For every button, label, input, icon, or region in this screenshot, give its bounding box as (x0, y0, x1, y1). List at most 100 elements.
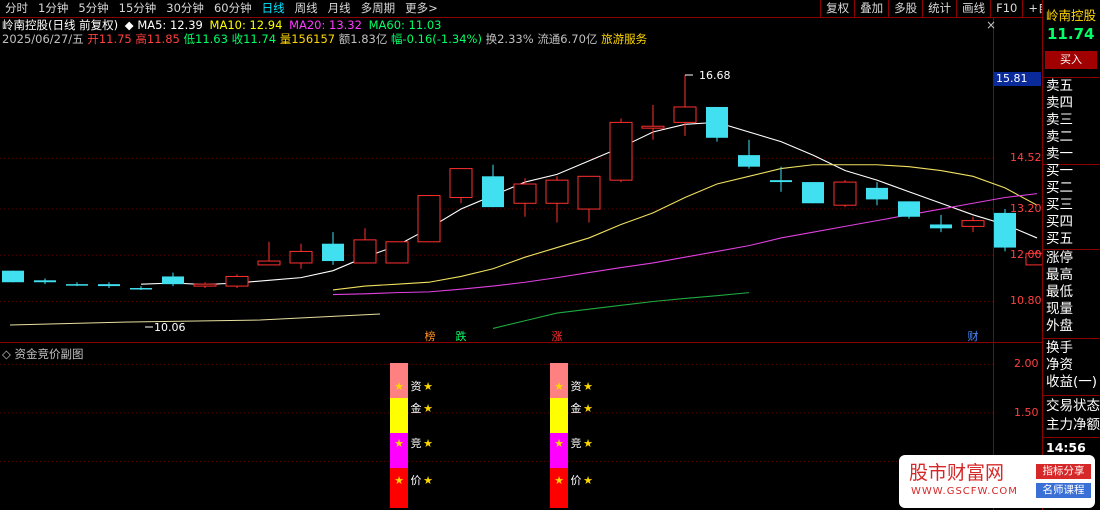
kline-chart[interactable]: ★ 资 ★金 ★★ 竞 ★★ 价 ★★ 资 ★金 ★★ 竞 ★★ 价 ★ 16.6810.06榜跌涨财 (0, 0, 1042, 510)
event-badge[interactable]: 涨 (552, 330, 563, 343)
high-label: 高11.85 (135, 32, 180, 46)
candle[interactable] (34, 278, 56, 285)
close-icon[interactable]: × (986, 18, 996, 33)
candle[interactable] (609, 118, 633, 183)
star-icon: ★ (583, 474, 593, 487)
candle[interactable] (322, 232, 344, 265)
quote-field-label: 最低 (1046, 284, 1073, 300)
candle[interactable] (833, 180, 857, 208)
quote-field-label: 最高 (1046, 267, 1073, 283)
candle[interactable] (2, 270, 24, 283)
high-marker: 16.68 (685, 69, 731, 82)
indicator-share-badge: 指标分享 (1036, 464, 1091, 479)
menu-button[interactable]: 多股 (888, 0, 922, 18)
period-tab[interactable]: 月线 (323, 0, 356, 17)
event-badge[interactable]: 榜 (425, 329, 436, 343)
collapse-icon[interactable]: ◇ (2, 347, 11, 361)
stock-price: 11.74 (1047, 25, 1095, 43)
candle[interactable] (257, 241, 281, 266)
candle[interactable] (162, 272, 184, 287)
star-icon: ★ (554, 380, 564, 393)
event-badge[interactable]: 财 (968, 329, 979, 343)
period-tab[interactable]: 30分钟 (161, 0, 209, 17)
menu-button[interactable]: 画线 (956, 0, 990, 18)
star-icon: ★ (423, 380, 433, 393)
candle[interactable] (130, 286, 152, 290)
buy-button[interactable]: 买入 (1045, 51, 1097, 69)
quote-field-label: 卖五 (1046, 78, 1073, 94)
candle[interactable] (930, 214, 952, 233)
signal-label: 金 (571, 401, 582, 415)
candle[interactable] (961, 216, 985, 233)
signal-block (550, 398, 568, 433)
period-tab[interactable]: 多周期 (356, 0, 401, 17)
sector-label[interactable]: 旅游服务 (601, 32, 647, 46)
candle[interactable] (641, 105, 665, 140)
high-marker-label: 16.68 (699, 69, 731, 82)
candle[interactable] (866, 182, 888, 206)
price-tick-label: 14.52 (1010, 151, 1042, 165)
date-label: 2025/06/27/五 (2, 32, 84, 46)
period-tab[interactable]: 15分钟 (114, 0, 162, 17)
change-label: 幅-0.16(-1.34%) (391, 32, 482, 46)
candle[interactable] (225, 274, 249, 289)
candle[interactable] (577, 175, 601, 223)
period-tab[interactable]: 更多> (400, 0, 443, 17)
star-icon: ★ (554, 474, 564, 487)
signal-label: 价 (571, 474, 582, 487)
ma-info-line: 岭南控股(日线 前复权) ◆ MA5: 12.39 MA10: 12.94 MA… (2, 18, 444, 33)
sub-tick-label: 2.00 (1014, 357, 1039, 371)
period-tab[interactable]: 1分钟 (33, 0, 73, 17)
quote-info-line: 2025/06/27/五 开11.75 高11.85 低11.63 收11.74… (2, 32, 647, 47)
ma-line-early (9, 313, 381, 326)
candle[interactable] (738, 139, 760, 169)
candle[interactable] (994, 209, 1016, 252)
quote-field-label: 交易状态 (1046, 398, 1100, 414)
period-tab[interactable]: 分时 (0, 0, 33, 17)
menu-button[interactable]: 统计 (922, 0, 956, 18)
star-icon: ★ (394, 380, 404, 393)
menu-button[interactable]: F10 (990, 0, 1022, 18)
quote-field-label: 涨停 (1046, 250, 1073, 266)
period-tab[interactable]: 周线 (290, 0, 323, 17)
quote-field-label: 外盘 (1046, 318, 1073, 334)
period-tab[interactable]: 日线 (257, 0, 290, 17)
signal-label: 竞 (571, 436, 582, 450)
ma20-label: MA20: 13.32 (289, 18, 362, 32)
candle[interactable] (98, 282, 120, 289)
star-icon: ★ (583, 437, 593, 450)
ma60-line (492, 292, 750, 329)
candle[interactable] (353, 228, 377, 264)
signal-label: 价 (411, 474, 422, 487)
menu-button[interactable]: 叠加 (854, 0, 888, 18)
candle[interactable] (417, 195, 441, 243)
star-icon: ★ (423, 402, 433, 415)
period-tab[interactable]: 60分钟 (209, 0, 257, 17)
candle[interactable] (193, 282, 217, 289)
low-marker: 10.06 (145, 321, 186, 334)
candle[interactable] (898, 201, 920, 219)
candle[interactable] (673, 75, 697, 136)
candle[interactable] (513, 178, 537, 217)
candle[interactable] (289, 243, 313, 269)
event-badge[interactable]: 跌 (456, 329, 467, 343)
candle[interactable] (802, 182, 824, 204)
candle[interactable] (385, 241, 409, 264)
quote-field-label: 卖二 (1046, 129, 1073, 145)
menu-button[interactable]: 复权 (820, 0, 854, 18)
open-label: 开11.75 (87, 32, 132, 46)
candle[interactable] (66, 282, 88, 287)
candle[interactable] (706, 106, 728, 142)
quote-field-label: 换手 (1046, 340, 1073, 356)
watermark-title: 股市财富网 (909, 462, 1005, 484)
candle[interactable] (449, 168, 473, 204)
sub-chart-name: 资金竞价副图 (14, 347, 84, 361)
candle[interactable] (545, 176, 569, 223)
quote-field-label: 买二 (1046, 180, 1073, 196)
sub-chart-title[interactable]: ◇ 资金竞价副图 (2, 346, 84, 362)
star-icon: ★ (554, 437, 564, 450)
candle[interactable] (482, 164, 504, 208)
quote-field-label: 净资 (1046, 357, 1073, 373)
period-tab[interactable]: 5分钟 (73, 0, 113, 17)
low-label: 低11.63 (183, 32, 228, 46)
